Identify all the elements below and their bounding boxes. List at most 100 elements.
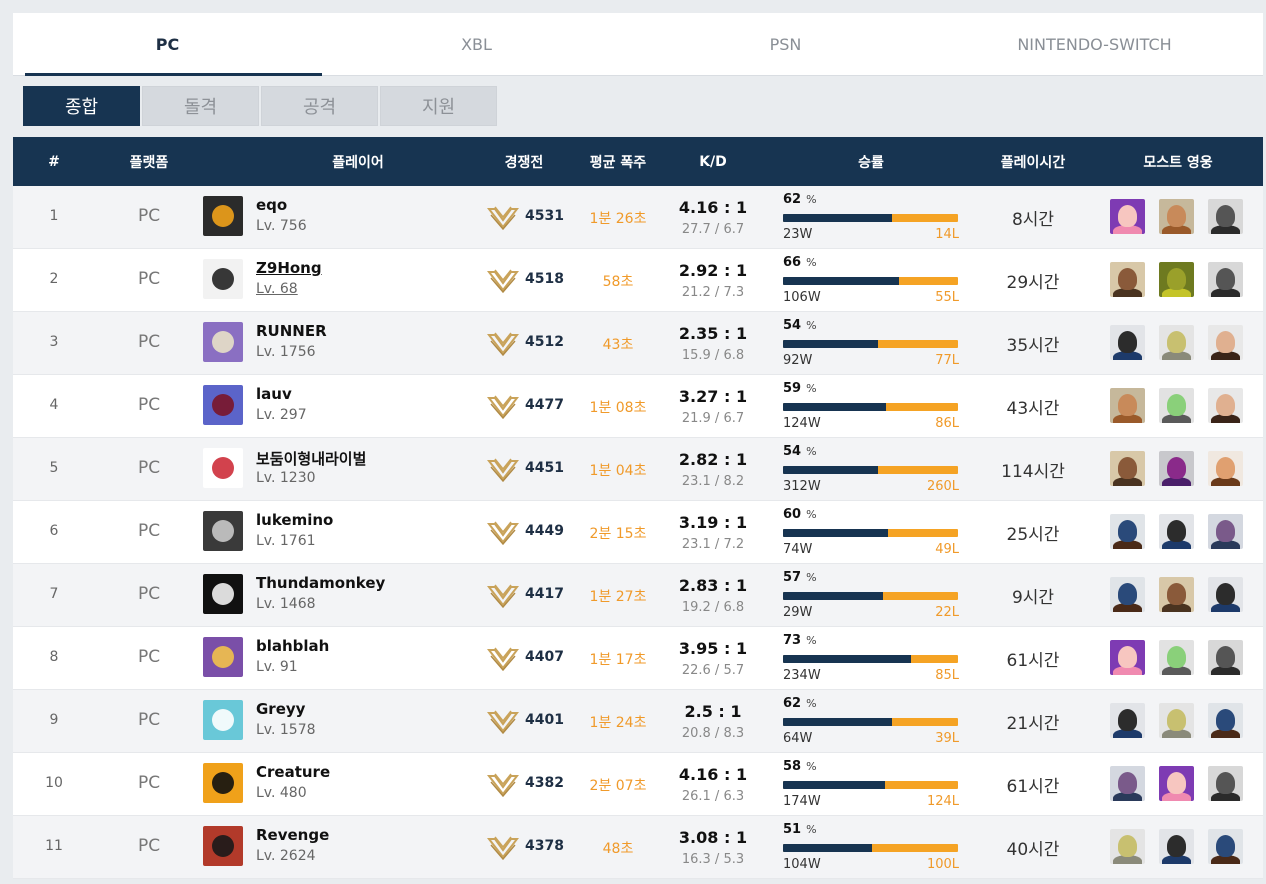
- table-row[interactable]: 1 PC eqo Lv. 756 4531 1분 26초 4.16 : 1 27…: [13, 186, 1263, 249]
- ana-icon[interactable]: [1110, 325, 1145, 360]
- table-row[interactable]: 7 PC Thundamonkey Lv. 1468 4417 1분 27초 2…: [13, 564, 1263, 627]
- zarya-icon[interactable]: [1110, 199, 1145, 234]
- skill-rating: 4449: [525, 523, 564, 539]
- mei-icon[interactable]: [1208, 388, 1243, 423]
- fire-emblem-icon[interactable]: [203, 196, 243, 236]
- player-level: Lv. 1468: [256, 596, 316, 612]
- player-name[interactable]: blahblah: [256, 637, 329, 655]
- rank-number: 2: [49, 271, 59, 287]
- reaper-icon[interactable]: [1208, 262, 1243, 297]
- zenyatta-icon[interactable]: [1110, 829, 1145, 864]
- reaper-icon[interactable]: [1208, 766, 1243, 801]
- ana-icon[interactable]: [1208, 577, 1243, 612]
- table-row[interactable]: 9 PC Greyy Lv. 1578 4401 1분 24초 2.5 : 1 …: [13, 690, 1263, 753]
- rank-number: 1: [49, 208, 59, 224]
- kd-detail: 21.9 / 6.7: [681, 411, 745, 426]
- kd-ratio: 2.92 : 1: [678, 261, 748, 280]
- player-name[interactable]: Greyy: [256, 700, 305, 718]
- ana-icon[interactable]: [1159, 514, 1194, 549]
- ana-icon[interactable]: [1110, 703, 1145, 738]
- winrate-bar: [783, 403, 958, 411]
- percent-sign: %: [806, 193, 817, 206]
- baptiste-icon[interactable]: [1208, 829, 1243, 864]
- player-name[interactable]: 보둠이형내라이벌: [256, 448, 366, 469]
- mccree-icon[interactable]: [1110, 262, 1145, 297]
- table-row[interactable]: 5 PC 보둠이형내라이벌 Lv. 1230 4451 1분 04초 2.82 …: [13, 438, 1263, 501]
- mccree-icon[interactable]: [1110, 451, 1145, 486]
- winrate-bar: [783, 781, 958, 789]
- avg-streak: 1분 24초: [589, 715, 647, 731]
- zarya-icon[interactable]: [1159, 766, 1194, 801]
- robot-head-icon[interactable]: [203, 511, 243, 551]
- reaper-icon[interactable]: [1208, 640, 1243, 675]
- baptiste-icon[interactable]: [1208, 703, 1243, 738]
- wins-count: 312W: [783, 479, 821, 494]
- role-tab-support[interactable]: 지원: [380, 86, 497, 126]
- player-name[interactable]: lukemino: [256, 511, 333, 529]
- mask-icon[interactable]: [203, 322, 243, 362]
- sombra-icon[interactable]: [1110, 766, 1145, 801]
- winrate-bar-fill: [783, 718, 892, 726]
- role-tab-damage[interactable]: 공격: [261, 86, 378, 126]
- winrate-bar: [783, 214, 958, 222]
- brigitte-icon[interactable]: [1110, 388, 1145, 423]
- percent-sign: %: [806, 445, 817, 458]
- mccree-icon[interactable]: [1159, 577, 1194, 612]
- korea-flag-icon[interactable]: [203, 448, 243, 488]
- reaper-icon[interactable]: [1208, 199, 1243, 234]
- player-name[interactable]: Revenge: [256, 826, 329, 844]
- table-row[interactable]: 8 PC blahblah Lv. 91 4407 1분 17초 3.95 : …: [13, 627, 1263, 690]
- widowmaker-icon[interactable]: [1159, 451, 1194, 486]
- player-name[interactable]: eqo: [256, 196, 287, 214]
- player-name[interactable]: Creature: [256, 763, 330, 781]
- zarya-icon[interactable]: [1110, 640, 1145, 675]
- player-level: Lv. 2624: [256, 848, 316, 864]
- zenyatta-icon[interactable]: [1159, 703, 1194, 738]
- player-name[interactable]: Z9Hong: [256, 259, 322, 277]
- archer-icon[interactable]: [203, 259, 243, 299]
- orisa-icon[interactable]: [1159, 262, 1194, 297]
- playtime: 43시간: [1006, 399, 1060, 419]
- percent-sign: %: [806, 634, 817, 647]
- tab-psn[interactable]: PSN: [631, 13, 940, 75]
- brigitte-icon[interactable]: [1159, 199, 1194, 234]
- sf-logo-icon[interactable]: [203, 574, 243, 614]
- playtime: 9시간: [1011, 588, 1055, 608]
- mei-icon[interactable]: [1208, 325, 1243, 360]
- losses-count: 49L: [935, 542, 959, 557]
- table-row[interactable]: 6 PC lukemino Lv. 1761 4449 2분 15초 3.19 …: [13, 501, 1263, 564]
- player-name[interactable]: RUNNER: [256, 322, 327, 340]
- baptiste-icon[interactable]: [1110, 514, 1145, 549]
- table-row[interactable]: 2 PC Z9Hong Lv. 68 4518 58초 2.92 : 1 21.…: [13, 249, 1263, 312]
- tab-xbl[interactable]: XBL: [322, 13, 631, 75]
- zenyatta-icon[interactable]: [1159, 325, 1194, 360]
- table-row[interactable]: 10 PC Creature Lv. 480 4382 2분 07초 4.16 …: [13, 753, 1263, 816]
- rank-number: 4: [49, 397, 59, 413]
- player-level: Lv. 480: [256, 785, 307, 801]
- role-tab-overall[interactable]: 종합: [23, 86, 140, 126]
- fleur-de-lis-icon[interactable]: [203, 385, 243, 425]
- ana-icon[interactable]: [1159, 829, 1194, 864]
- platform-tabs: PC XBL PSN NINTENDO-SWITCH: [13, 13, 1263, 76]
- player-name[interactable]: Thundamonkey: [256, 574, 385, 592]
- player-name[interactable]: lauv: [256, 385, 292, 403]
- platform-label: PC: [137, 773, 161, 793]
- black-cat-icon[interactable]: [203, 763, 243, 803]
- player-level: Lv. 756: [256, 218, 307, 234]
- sombra-icon[interactable]: [1208, 514, 1243, 549]
- kd-ratio: 2.83 : 1: [678, 576, 748, 595]
- tab-nintendo-switch[interactable]: NINTENDO-SWITCH: [940, 13, 1249, 75]
- table-row[interactable]: 11 PC Revenge Lv. 2624 4378 48초 3.08 : 1…: [13, 816, 1263, 879]
- baptiste-icon[interactable]: [1110, 577, 1145, 612]
- tab-pc[interactable]: PC: [13, 13, 322, 76]
- avg-streak: 1분 04초: [589, 463, 647, 479]
- table-row[interactable]: 4 PC lauv Lv. 297 4477 1분 08초 3.27 : 1 2…: [13, 375, 1263, 438]
- role-tab-tank[interactable]: 돌격: [142, 86, 259, 126]
- samurai-icon[interactable]: [203, 826, 243, 866]
- genji-icon[interactable]: [1159, 388, 1194, 423]
- snowman-icon[interactable]: [203, 700, 243, 740]
- genji-icon[interactable]: [1159, 640, 1194, 675]
- tracer-icon[interactable]: [1208, 451, 1243, 486]
- crowned-face-icon[interactable]: [203, 637, 243, 677]
- table-row[interactable]: 3 PC RUNNER Lv. 1756 4512 43초 2.35 : 1 1…: [13, 312, 1263, 375]
